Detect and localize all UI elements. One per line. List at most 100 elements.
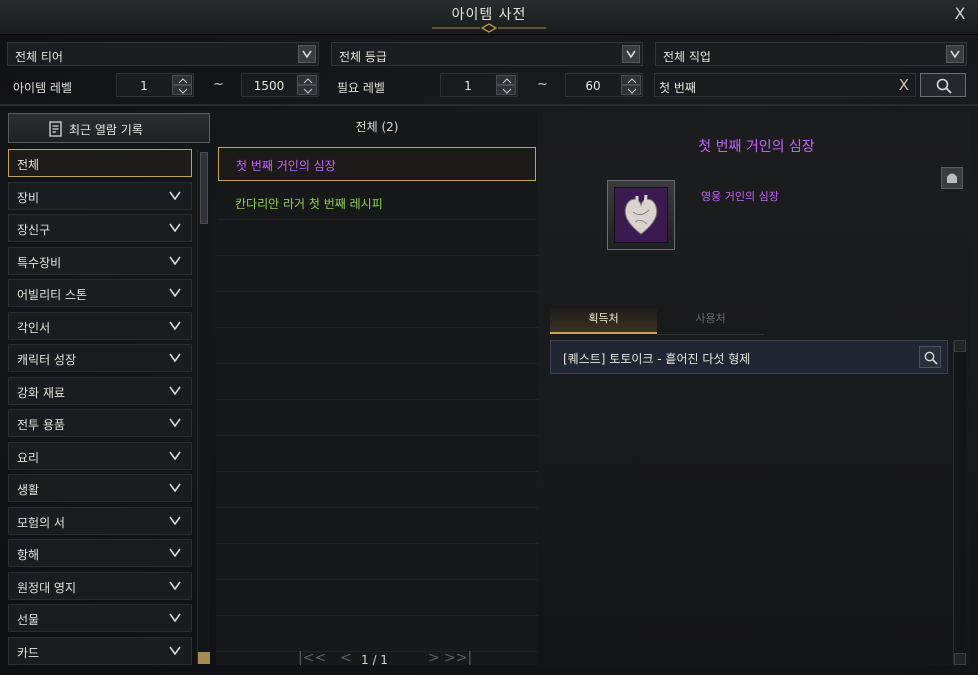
result-item-label: 칸다리안 라거 첫 번째 레시피 (235, 197, 383, 211)
category-item-life[interactable]: 생활 (8, 474, 192, 502)
stepper-up-icon[interactable] (172, 75, 192, 85)
clear-search-button[interactable]: X (899, 76, 909, 94)
stepper-up-icon[interactable] (496, 75, 516, 85)
category-label: 선물 (17, 613, 40, 627)
stepper-buttons (496, 75, 516, 95)
scroll-down-icon[interactable] (954, 653, 966, 665)
item-level-label: 아이템 레벨 (13, 81, 73, 95)
source-list-item[interactable]: [퀘스트] 토토이크 - 흩어진 다섯 형제 (550, 340, 948, 374)
category-item-all[interactable]: 전체 (8, 149, 192, 177)
category-item-character-growth[interactable]: 캐릭터 성장 (8, 344, 192, 372)
stepper-down-icon[interactable] (496, 85, 516, 95)
tab-use[interactable]: 사용처 (657, 308, 764, 335)
chevron-down-icon (169, 516, 181, 525)
category-scrollbar[interactable] (197, 150, 210, 664)
item-level-max-value: 1500 (253, 79, 285, 93)
chevron-down-icon (169, 613, 181, 622)
category-label: 생활 (17, 483, 40, 497)
close-button[interactable]: X (950, 4, 970, 24)
item-level-max-stepper[interactable]: 1500 (241, 73, 319, 97)
recent-history-label: 최근 열람 기록 (69, 123, 143, 137)
stepper-up-icon[interactable] (621, 75, 641, 85)
category-item-gift[interactable]: 선물 (8, 604, 192, 632)
item-detail-panel: 첫 번째 거인의 심장 영웅 거인의 심장 획득처 사용처 [퀘스트] 토토이크… (543, 112, 970, 665)
results-panel: 전체 (2) 첫 번째 거인의 심장 칸다리안 라거 첫 번째 레시피 |<< … (216, 112, 538, 667)
scrollbar-thumb[interactable] (200, 152, 208, 224)
chevron-down-icon[interactable] (622, 45, 640, 63)
req-level-max-stepper[interactable]: 60 (565, 73, 643, 97)
chevron-down-icon (169, 386, 181, 395)
detail-tabs: 획득처 사용처 (550, 308, 765, 335)
stepper-down-icon[interactable] (297, 85, 317, 95)
search-icon (936, 78, 952, 94)
last-page-button[interactable]: >>| (444, 650, 472, 666)
category-label: 카드 (17, 645, 40, 660)
result-item[interactable]: 첫 번째 거인의 심장 (218, 147, 536, 181)
category-item-accessory[interactable]: 장신구 (8, 214, 192, 242)
category-item-sailing[interactable]: 항해 (8, 539, 192, 567)
grade-select[interactable]: 전체 등급 (331, 42, 643, 66)
scroll-up-icon[interactable] (954, 340, 966, 352)
history-book-icon (49, 121, 62, 137)
category-label: 특수장비 (17, 255, 62, 270)
category-item-stronghold[interactable]: 원정대 영지 (8, 571, 192, 600)
stepper-down-icon[interactable] (172, 85, 192, 95)
category-item-adventure-book[interactable]: 모험의 서 (8, 506, 192, 535)
chevron-down-icon (169, 288, 181, 297)
prev-page-button[interactable]: < (340, 650, 352, 666)
tab-acquire[interactable]: 획득처 (550, 308, 657, 334)
category-label: 강화 재료 (17, 385, 65, 400)
category-item-engraving-book[interactable]: 각인서 (8, 311, 192, 340)
source-scrollbar[interactable] (953, 340, 966, 665)
item-dictionary-window: 아이템 사전 X 전체 티어 전체 등급 전체 직업 아이템 레벨 1 ~ 15… (0, 0, 978, 675)
category-item-card[interactable]: 카드 (8, 636, 192, 665)
chevron-down-icon (169, 483, 181, 492)
category-label: 요리 (17, 450, 40, 465)
category-item-ability-stone[interactable]: 어빌리티 스톤 (8, 279, 192, 307)
category-item-special-equipment[interactable]: 특수장비 (8, 246, 192, 275)
search-input[interactable]: 첫 번째 X (654, 73, 916, 97)
chevron-down-icon (169, 646, 181, 655)
category-label: 캐릭터 성장 (17, 353, 77, 367)
category-label: 항해 (17, 548, 40, 562)
chevron-down-icon (169, 353, 181, 362)
range-separator: ~ (213, 77, 224, 92)
stepper-buttons (172, 75, 192, 95)
req-level-min-stepper[interactable]: 1 (440, 73, 518, 97)
category-item-cooking[interactable]: 요리 (8, 441, 192, 470)
title-ornament-icon (432, 23, 546, 33)
class-select[interactable]: 전체 직업 (655, 42, 967, 66)
recent-history-button[interactable]: 최근 열람 기록 (8, 113, 210, 143)
category-item-upgrade-material[interactable]: 강화 재료 (8, 376, 192, 405)
chevron-down-icon[interactable] (298, 45, 316, 63)
empty-result-rows (216, 220, 538, 660)
chevron-down-icon[interactable] (946, 45, 964, 63)
first-page-button[interactable]: |<< (298, 650, 326, 666)
item-title: 첫 번째 거인의 심장 (698, 139, 815, 155)
stepper-down-icon[interactable] (621, 85, 641, 95)
item-level-min-stepper[interactable]: 1 (116, 73, 194, 97)
tier-select[interactable]: 전체 티어 (7, 42, 319, 66)
source-search-button[interactable] (919, 346, 941, 368)
chevron-down-icon (169, 191, 181, 200)
next-page-button[interactable]: > (428, 650, 440, 666)
chevron-down-icon (169, 451, 181, 460)
scroll-down-icon[interactable] (198, 652, 210, 664)
search-input-value: 첫 번째 (659, 81, 696, 95)
chevron-down-icon (169, 256, 181, 265)
category-label: 각인서 (17, 320, 51, 335)
stepper-up-icon[interactable] (297, 75, 317, 85)
helmet-icon[interactable] (941, 167, 963, 189)
tier-select-value: 전체 티어 (15, 50, 63, 64)
chevron-down-icon (169, 223, 181, 232)
stepper-buttons (297, 75, 317, 95)
filter-divider (0, 104, 978, 106)
result-item[interactable]: 칸다리안 라거 첫 번째 레시피 (218, 186, 536, 220)
req-level-label: 필요 레벨 (337, 81, 385, 95)
item-level-min-value: 1 (140, 79, 148, 93)
search-button[interactable] (920, 73, 966, 97)
category-item-battle-item[interactable]: 전투 용품 (8, 409, 192, 437)
heart-item-icon (614, 187, 668, 243)
category-item-equipment[interactable]: 장비 (8, 181, 192, 210)
chevron-down-icon (169, 418, 181, 427)
